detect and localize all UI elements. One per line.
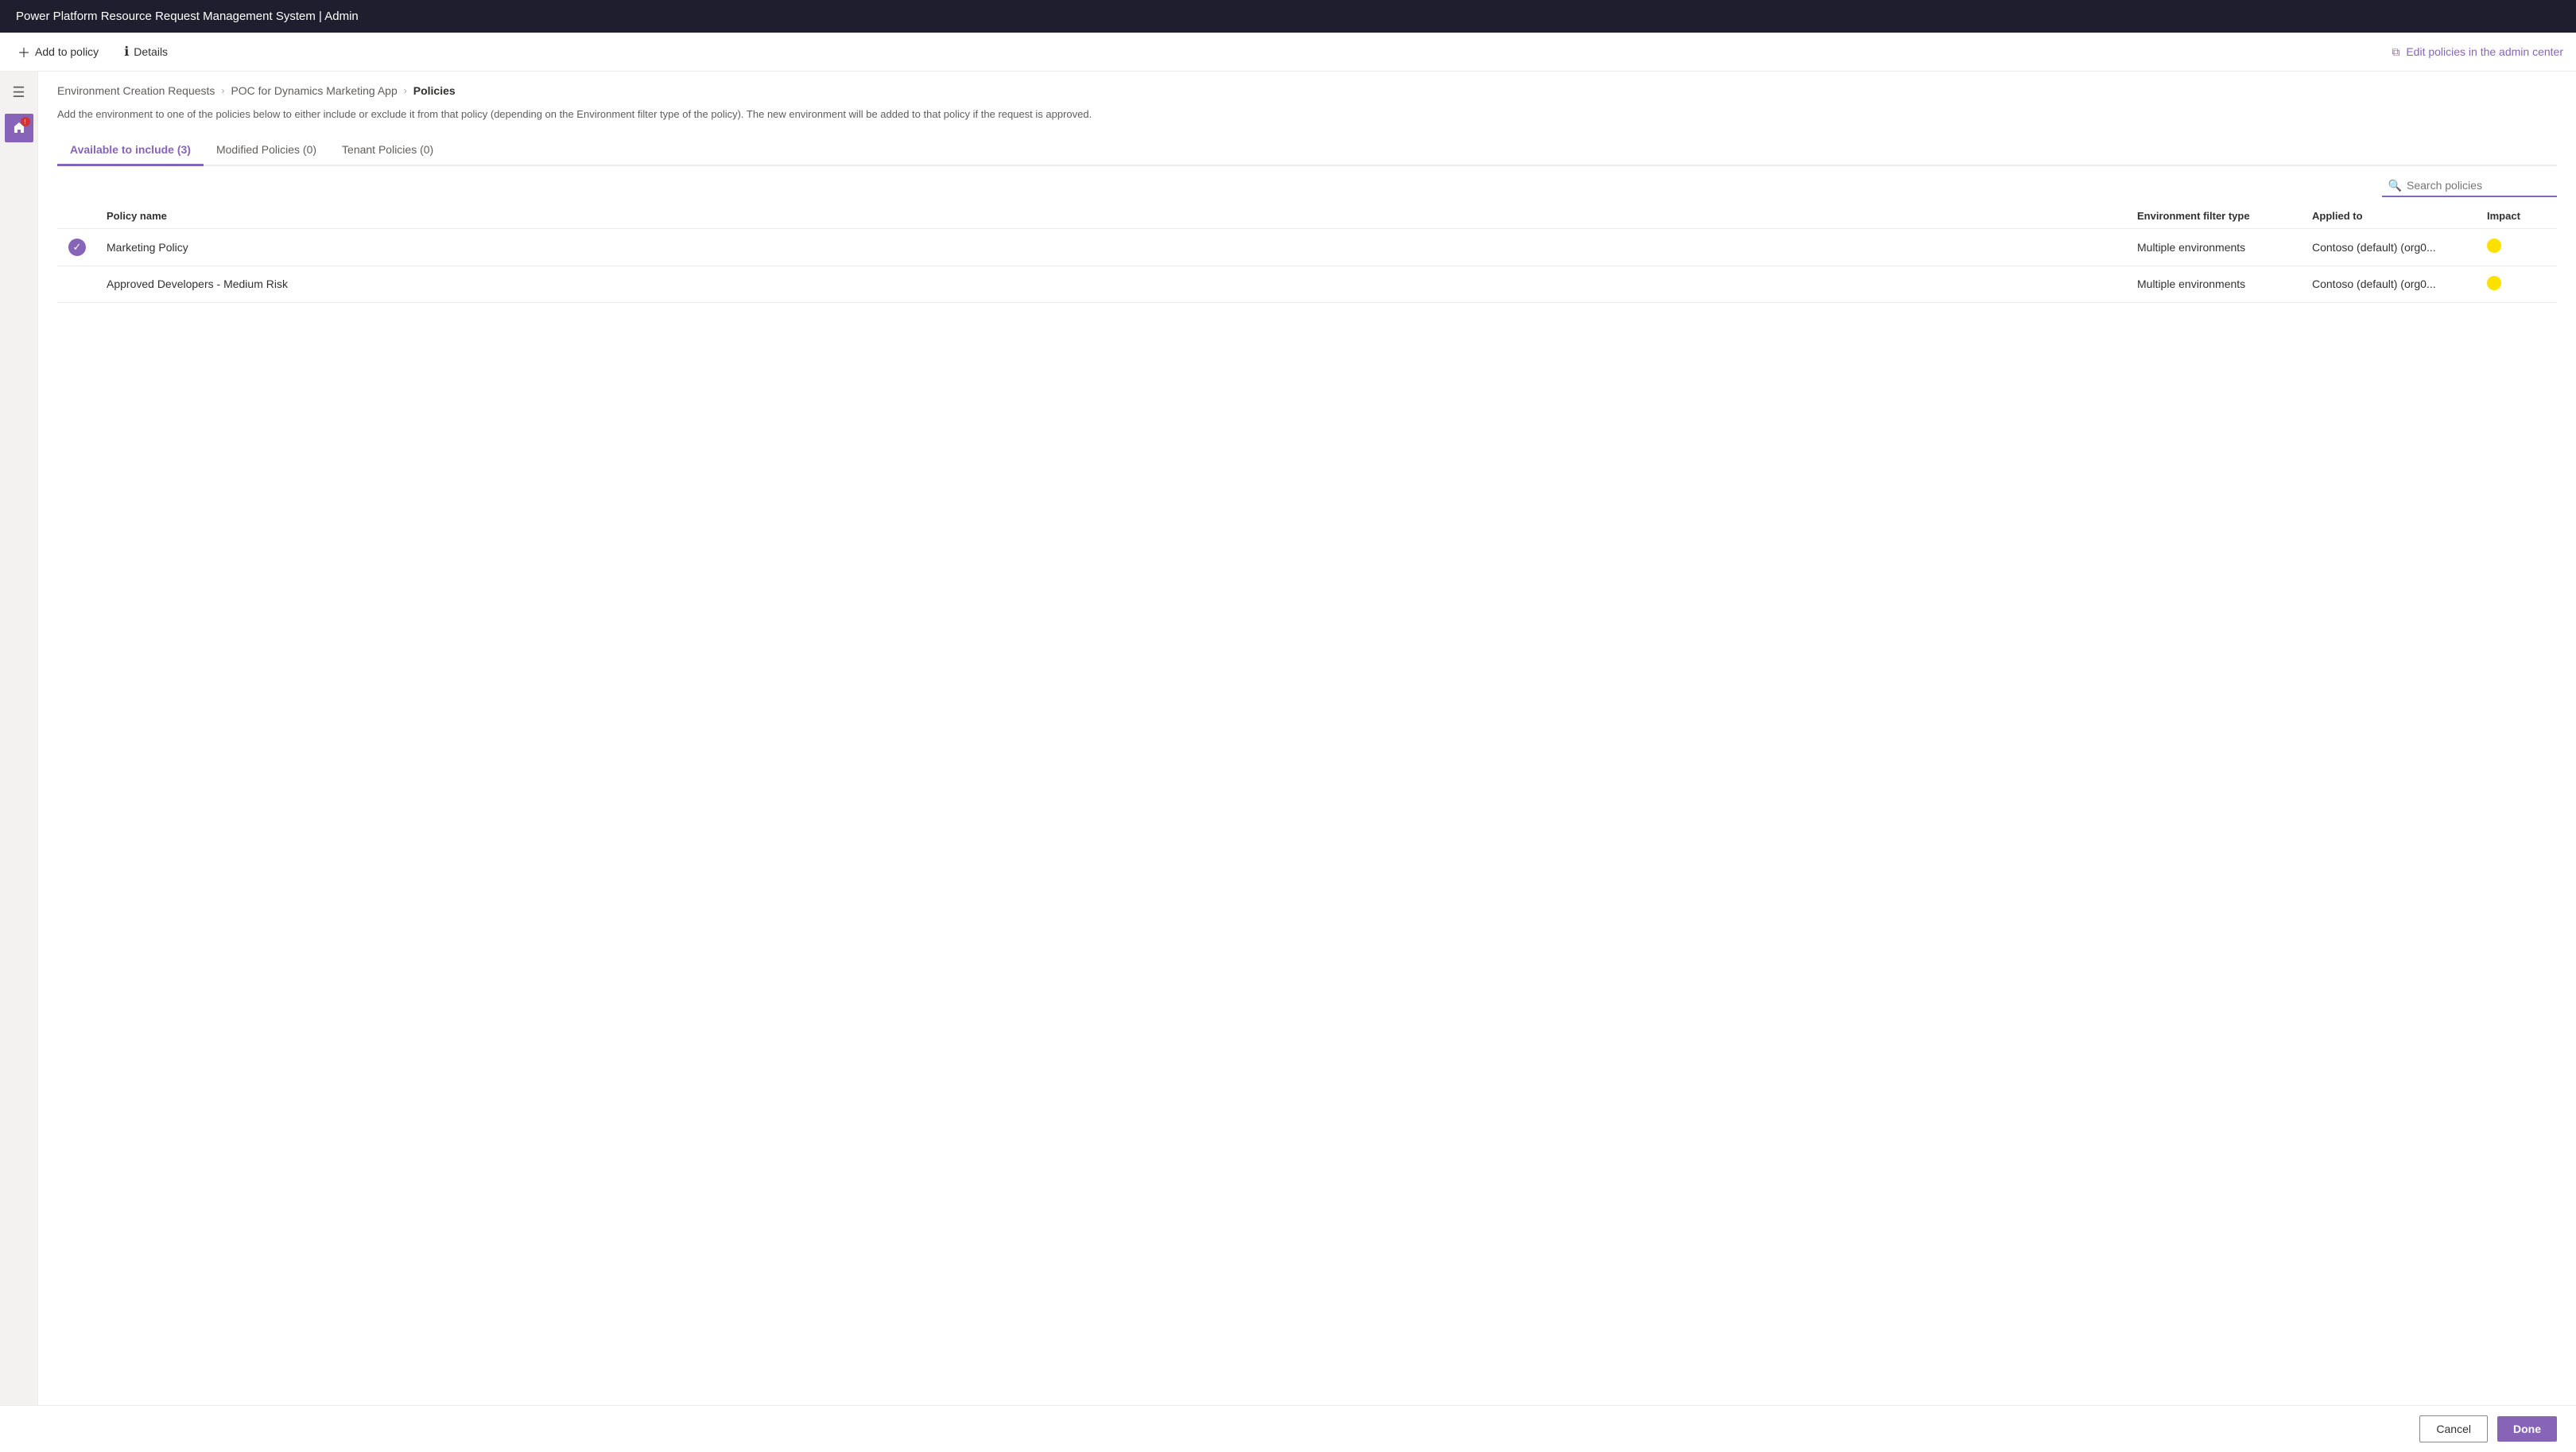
th-policy-name: Policy name: [97, 204, 2128, 229]
description-text: Add the environment to one of the polici…: [57, 107, 1170, 122]
sidebar-nav-home[interactable]: !: [5, 114, 33, 142]
main-content: Environment Creation Requests › POC for …: [38, 72, 2576, 1405]
breadcrumb-sep-2: ›: [404, 85, 407, 96]
plus-icon: ＋: [17, 42, 30, 61]
th-env-filter: Environment filter type: [2128, 204, 2302, 229]
sidebar: ☰ !: [0, 72, 38, 1405]
done-button[interactable]: Done: [2497, 1416, 2557, 1442]
tabs-container: Available to include (3) Modified Polici…: [57, 135, 2557, 166]
toolbar: ＋ Add to policy ℹ Details ⧉ Edit policie…: [0, 33, 2576, 72]
row-applied-to: Contoso (default) (org0...: [2302, 266, 2477, 302]
details-label: Details: [134, 45, 168, 58]
search-input[interactable]: [2407, 179, 2551, 192]
row-env-filter: Multiple environments: [2128, 266, 2302, 302]
breadcrumb: Environment Creation Requests › POC for …: [57, 84, 2557, 97]
edit-policies-label: Edit policies in the admin center: [2406, 45, 2563, 58]
add-to-policy-label: Add to policy: [35, 45, 99, 58]
table-row[interactable]: ✓ Marketing PolicyMultiple environmentsCo…: [57, 228, 2557, 266]
footer: Cancel Done: [0, 1405, 2576, 1452]
table-header-row: 🔍: [57, 166, 2557, 204]
toolbar-left: ＋ Add to policy ℹ Details: [13, 39, 173, 64]
nav-badge: !: [21, 117, 30, 126]
breadcrumb-current: Policies: [413, 84, 456, 97]
details-button[interactable]: ℹ Details: [119, 41, 173, 63]
row-env-filter: Multiple environments: [2128, 228, 2302, 266]
impact-dot-icon: [2487, 276, 2501, 290]
row-policy-name: Approved Developers - Medium Risk: [97, 266, 2128, 302]
title-bar: Power Platform Resource Request Manageme…: [0, 0, 2576, 33]
breadcrumb-sep-1: ›: [221, 85, 224, 96]
app-body: ☰ ! Environment Creation Requests › POC …: [0, 72, 2576, 1405]
search-box: 🔍: [2382, 176, 2557, 197]
th-impact: Impact: [2477, 204, 2557, 229]
breadcrumb-item-1[interactable]: Environment Creation Requests: [57, 84, 215, 97]
search-icon: 🔍: [2388, 179, 2402, 192]
row-applied-to: Contoso (default) (org0...: [2302, 228, 2477, 266]
edit-policies-link[interactable]: ⧉ Edit policies in the admin center: [2392, 45, 2563, 59]
row-impact: [2477, 228, 2557, 266]
tab-modified-label: Modified Policies (0): [216, 143, 316, 156]
selected-check-icon: ✓: [68, 239, 86, 256]
impact-dot-icon: [2487, 239, 2501, 253]
tab-available-label: Available to include (3): [70, 143, 191, 156]
title-bar-text: Power Platform Resource Request Manageme…: [16, 10, 359, 23]
hamburger-menu-icon[interactable]: ☰: [6, 78, 31, 107]
table-header-row-el: Policy name Environment filter type Appl…: [57, 204, 2557, 229]
tab-tenant[interactable]: Tenant Policies (0): [329, 135, 446, 166]
add-to-policy-button[interactable]: ＋ Add to policy: [13, 39, 103, 64]
tab-modified[interactable]: Modified Policies (0): [204, 135, 329, 166]
policy-table: Policy name Environment filter type Appl…: [57, 204, 2557, 303]
table-row[interactable]: Approved Developers - Medium RiskMultipl…: [57, 266, 2557, 302]
row-impact: [2477, 266, 2557, 302]
breadcrumb-item-2[interactable]: POC for Dynamics Marketing App: [231, 84, 397, 97]
info-icon: ℹ: [124, 44, 129, 60]
th-applied-to: Applied to: [2302, 204, 2477, 229]
row-policy-name: Marketing Policy: [97, 228, 2128, 266]
external-link-icon: ⧉: [2392, 45, 2399, 59]
tab-tenant-label: Tenant Policies (0): [342, 143, 433, 156]
th-check: [57, 204, 97, 229]
row-check-cell: ✓: [57, 228, 97, 266]
tab-available[interactable]: Available to include (3): [57, 135, 204, 166]
row-check-cell: [57, 266, 97, 302]
cancel-button[interactable]: Cancel: [2419, 1415, 2488, 1442]
